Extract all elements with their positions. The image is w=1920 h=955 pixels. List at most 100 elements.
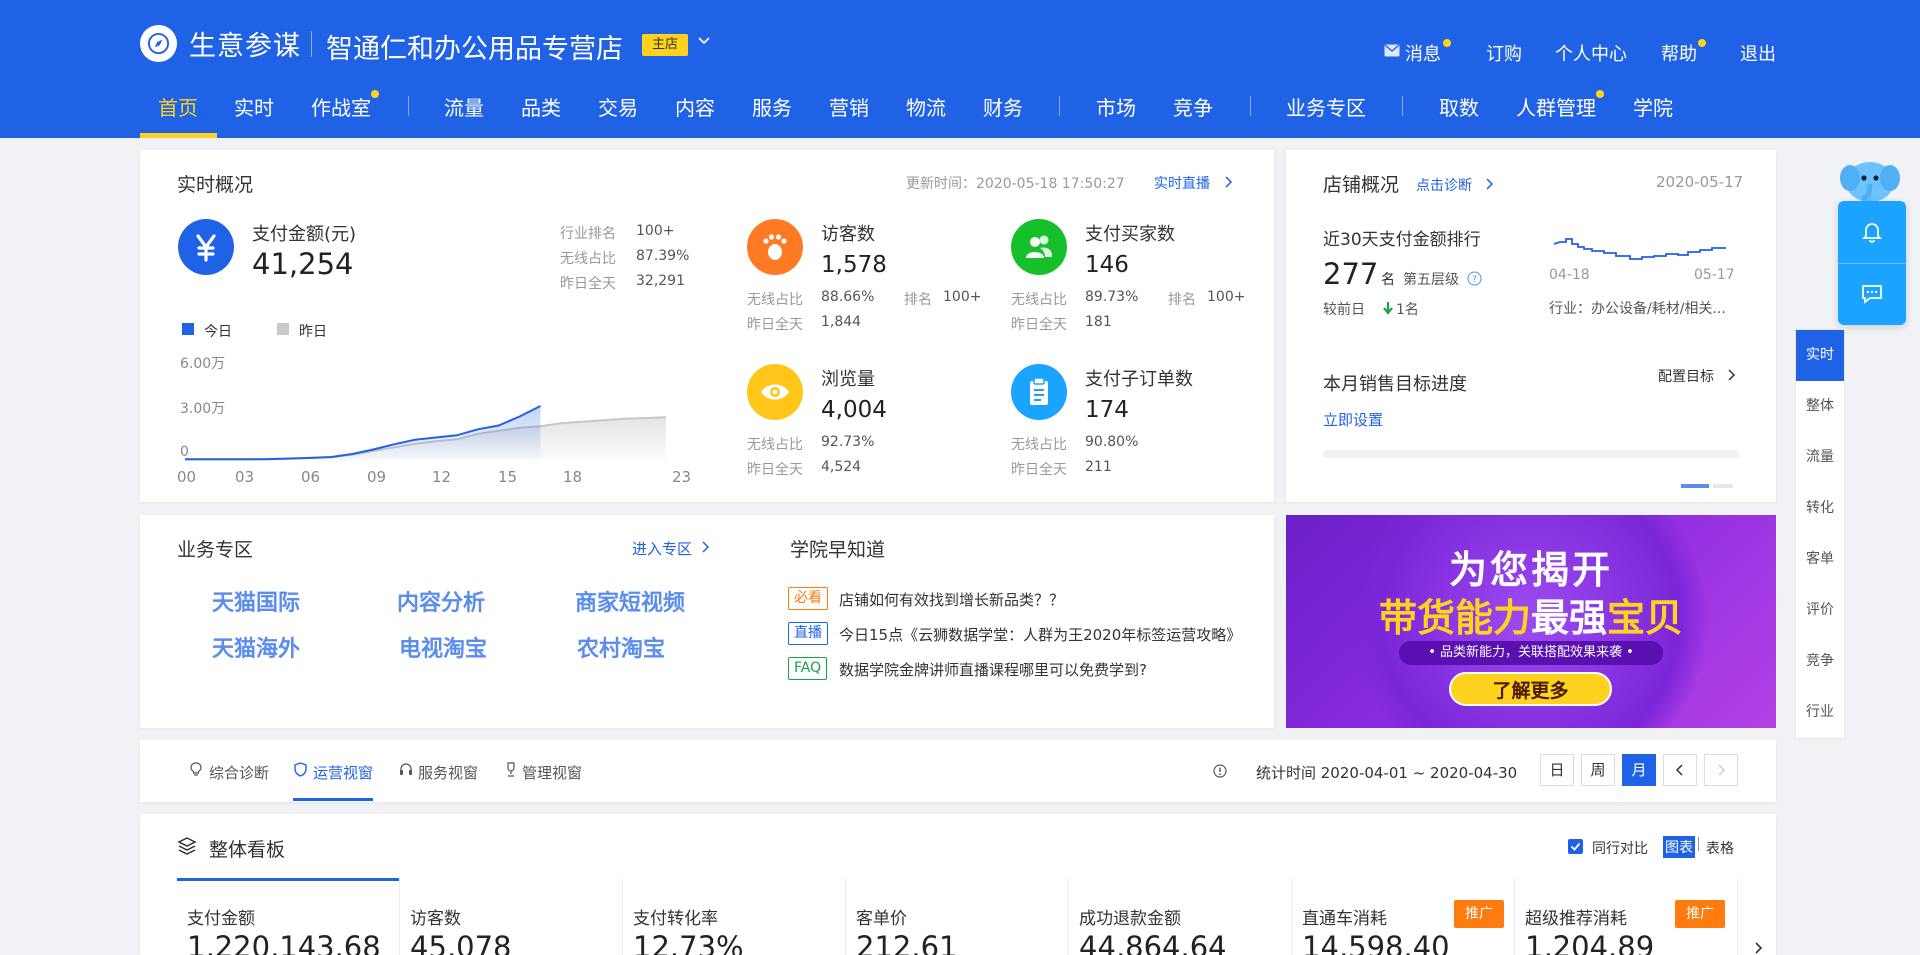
personal-center-link[interactable]: 个人中心 xyxy=(1555,40,1627,66)
period-day-button[interactable]: 日 xyxy=(1540,754,1574,786)
nav-data-fetch[interactable]: 取数 xyxy=(1439,92,1479,121)
nav-business-zone[interactable]: 业务专区 xyxy=(1286,92,1366,121)
realtime-chart[interactable] xyxy=(180,360,680,475)
academy-item[interactable]: 数据学院金牌讲师直播课程哪里可以免费学到? xyxy=(839,659,1147,680)
chevron-right-icon[interactable] xyxy=(1484,178,1494,190)
next-period-button[interactable] xyxy=(1704,754,1738,786)
nav-marketing[interactable]: 营销 xyxy=(829,92,869,121)
business-zone-title: 业务专区 xyxy=(177,539,254,561)
chevron-right-icon[interactable] xyxy=(700,541,710,553)
promo-banner[interactable]: 为您揭开 带货能力最强宝贝 • 品类新能力，关联搭配效果来袭 • 了解更多 xyxy=(1286,515,1776,728)
kpi-unit-price[interactable]: 客单价 212.61 xyxy=(846,878,1069,955)
side-tab-review[interactable]: 评价 xyxy=(1796,585,1844,636)
diagnose-link[interactable]: 点击诊断 xyxy=(1416,175,1472,195)
tab-service-view[interactable]: 服务视窗 xyxy=(418,762,478,783)
live-link[interactable]: 实时直播 xyxy=(1154,173,1210,193)
shop-switch-chevron-down-icon[interactable] xyxy=(697,34,711,48)
tmall-overseas-link[interactable]: 天猫海外 xyxy=(212,631,300,663)
compass-logo-icon[interactable] xyxy=(140,25,177,62)
merchant-video-link[interactable]: 商家短视频 xyxy=(575,585,685,617)
nav-service[interactable]: 服务 xyxy=(752,92,792,121)
shop-name[interactable]: 智通仁和办公用品专营店 xyxy=(326,27,623,66)
content-analysis-link[interactable]: 内容分析 xyxy=(397,585,485,617)
nav-traffic[interactable]: 流量 xyxy=(444,92,484,121)
messages-link[interactable]: 消息 xyxy=(1405,40,1441,66)
mail-icon[interactable] xyxy=(1384,44,1400,57)
kpi-conversion-rate[interactable]: 支付转化率 12.73% xyxy=(623,878,846,955)
academy-item[interactable]: 店铺如何有效找到增长新品类？？ xyxy=(839,589,1064,610)
nav-home[interactable]: 首页 xyxy=(158,92,198,121)
stat-time-range: 统计时间 2020-04-01 ~ 2020-04-30 xyxy=(1256,764,1518,782)
info-circle-icon[interactable] xyxy=(1213,764,1227,778)
config-target-link[interactable]: 配置目标 xyxy=(1658,366,1714,386)
nav-market[interactable]: 市场 xyxy=(1096,92,1136,121)
tmall-global-link[interactable]: 天猫国际 xyxy=(212,585,300,617)
brand-name[interactable]: 生意参谋 xyxy=(189,24,301,63)
kpi-label: 直通车消耗 xyxy=(1302,909,1387,929)
academy-item[interactable]: 今日15点《云狮数据学堂：人群为王2020年标签运营攻略》 xyxy=(839,624,1241,645)
elephant-mascot-icon[interactable] xyxy=(1840,156,1900,204)
chat-icon[interactable] xyxy=(1861,284,1883,304)
dashboard-title: 整体看板 xyxy=(209,839,286,861)
nav-academy[interactable]: 学院 xyxy=(1633,92,1673,121)
nav-competition[interactable]: 竞争 xyxy=(1173,92,1213,121)
svg-text:?: ? xyxy=(1472,275,1477,285)
kpi-pay-amount[interactable]: 支付金额 1,220,143.68 xyxy=(177,878,400,955)
chevron-right-icon[interactable] xyxy=(1753,942,1763,954)
kpi-value: 14,598.40 xyxy=(1302,930,1450,955)
nav-crowd-management[interactable]: 人群管理 xyxy=(1516,92,1596,121)
enter-zone-link[interactable]: 进入专区 xyxy=(632,538,692,559)
view-table-toggle[interactable]: 表格 xyxy=(1706,838,1734,858)
peer-compare-checkbox[interactable] xyxy=(1568,839,1583,854)
rural-taobao-link[interactable]: 农村淘宝 xyxy=(577,631,665,663)
nav-trade[interactable]: 交易 xyxy=(598,92,638,121)
period-week-button[interactable]: 周 xyxy=(1581,754,1615,786)
legend-yesterday[interactable]: 昨日 xyxy=(299,321,327,341)
legend-today[interactable]: 今日 xyxy=(204,321,232,341)
buyers-yesterday-value: 181 xyxy=(1085,314,1112,330)
side-tab-industry[interactable]: 行业 xyxy=(1796,687,1844,738)
set-now-link[interactable]: 立即设置 xyxy=(1323,409,1383,430)
tab-comprehensive-diagnosis[interactable]: 综合诊断 xyxy=(209,762,269,783)
kpi-super-recommend-spend[interactable]: 超级推荐消耗 推广 1,204.89 xyxy=(1515,878,1738,955)
side-tab-competition[interactable]: 竞争 xyxy=(1796,636,1844,687)
help-link[interactable]: 帮助 xyxy=(1661,40,1697,66)
kpi-visitors[interactable]: 访客数 45,078 xyxy=(400,878,623,955)
tab-management-view[interactable]: 管理视窗 xyxy=(522,762,582,783)
side-tab-unit-price[interactable]: 客单 xyxy=(1796,534,1844,585)
promo-badge[interactable]: 推广 xyxy=(1675,900,1725,928)
promo-badge[interactable]: 推广 xyxy=(1454,900,1504,928)
buyers-wireless-label: 无线占比 xyxy=(1011,292,1067,308)
learn-more-button[interactable]: 了解更多 xyxy=(1449,672,1612,706)
kpi-ztc-spend[interactable]: 直通车消耗 推广 14,598.40 xyxy=(1292,878,1515,955)
side-tab-conversion[interactable]: 转化 xyxy=(1796,483,1844,534)
nav-logistics[interactable]: 物流 xyxy=(906,92,946,121)
side-tab-realtime[interactable]: 实时 xyxy=(1796,330,1844,381)
bell-icon[interactable] xyxy=(1862,221,1882,243)
help-circle-icon[interactable]: ? xyxy=(1467,271,1482,286)
carousel-dot[interactable] xyxy=(1713,484,1733,488)
rank-sparkline[interactable] xyxy=(1554,230,1726,270)
nav-category[interactable]: 品类 xyxy=(521,92,561,121)
view-chart-toggle[interactable]: 图表 xyxy=(1663,836,1695,858)
nav-war-room[interactable]: 作战室 xyxy=(311,92,371,121)
chevron-right-icon[interactable] xyxy=(1223,176,1233,188)
chevron-right-icon[interactable] xyxy=(1726,369,1736,381)
tab-operations-view[interactable]: 运营视窗 xyxy=(313,762,373,783)
compare-label: 较前日 xyxy=(1323,302,1365,318)
nav-realtime[interactable]: 实时 xyxy=(234,92,274,121)
period-month-button[interactable]: 月 xyxy=(1622,754,1656,786)
carousel-dot-active[interactable] xyxy=(1681,484,1709,488)
prev-period-button[interactable] xyxy=(1663,754,1697,786)
nav-content[interactable]: 内容 xyxy=(675,92,715,121)
subscribe-link[interactable]: 订购 xyxy=(1486,40,1522,66)
chevron-left-icon xyxy=(1675,764,1683,776)
nav-finance[interactable]: 财务 xyxy=(983,92,1023,121)
side-tab-traffic[interactable]: 流量 xyxy=(1796,432,1844,483)
tv-taobao-link[interactable]: 电视淘宝 xyxy=(399,631,487,663)
side-tab-overall[interactable]: 整体 xyxy=(1796,381,1844,432)
peer-compare-label[interactable]: 同行对比 xyxy=(1592,838,1648,858)
kpi-refund-amount[interactable]: 成功退款金额 44,864.64 xyxy=(1069,878,1292,955)
logout-link[interactable]: 退出 xyxy=(1740,40,1776,66)
legend-today-swatch xyxy=(182,323,194,335)
